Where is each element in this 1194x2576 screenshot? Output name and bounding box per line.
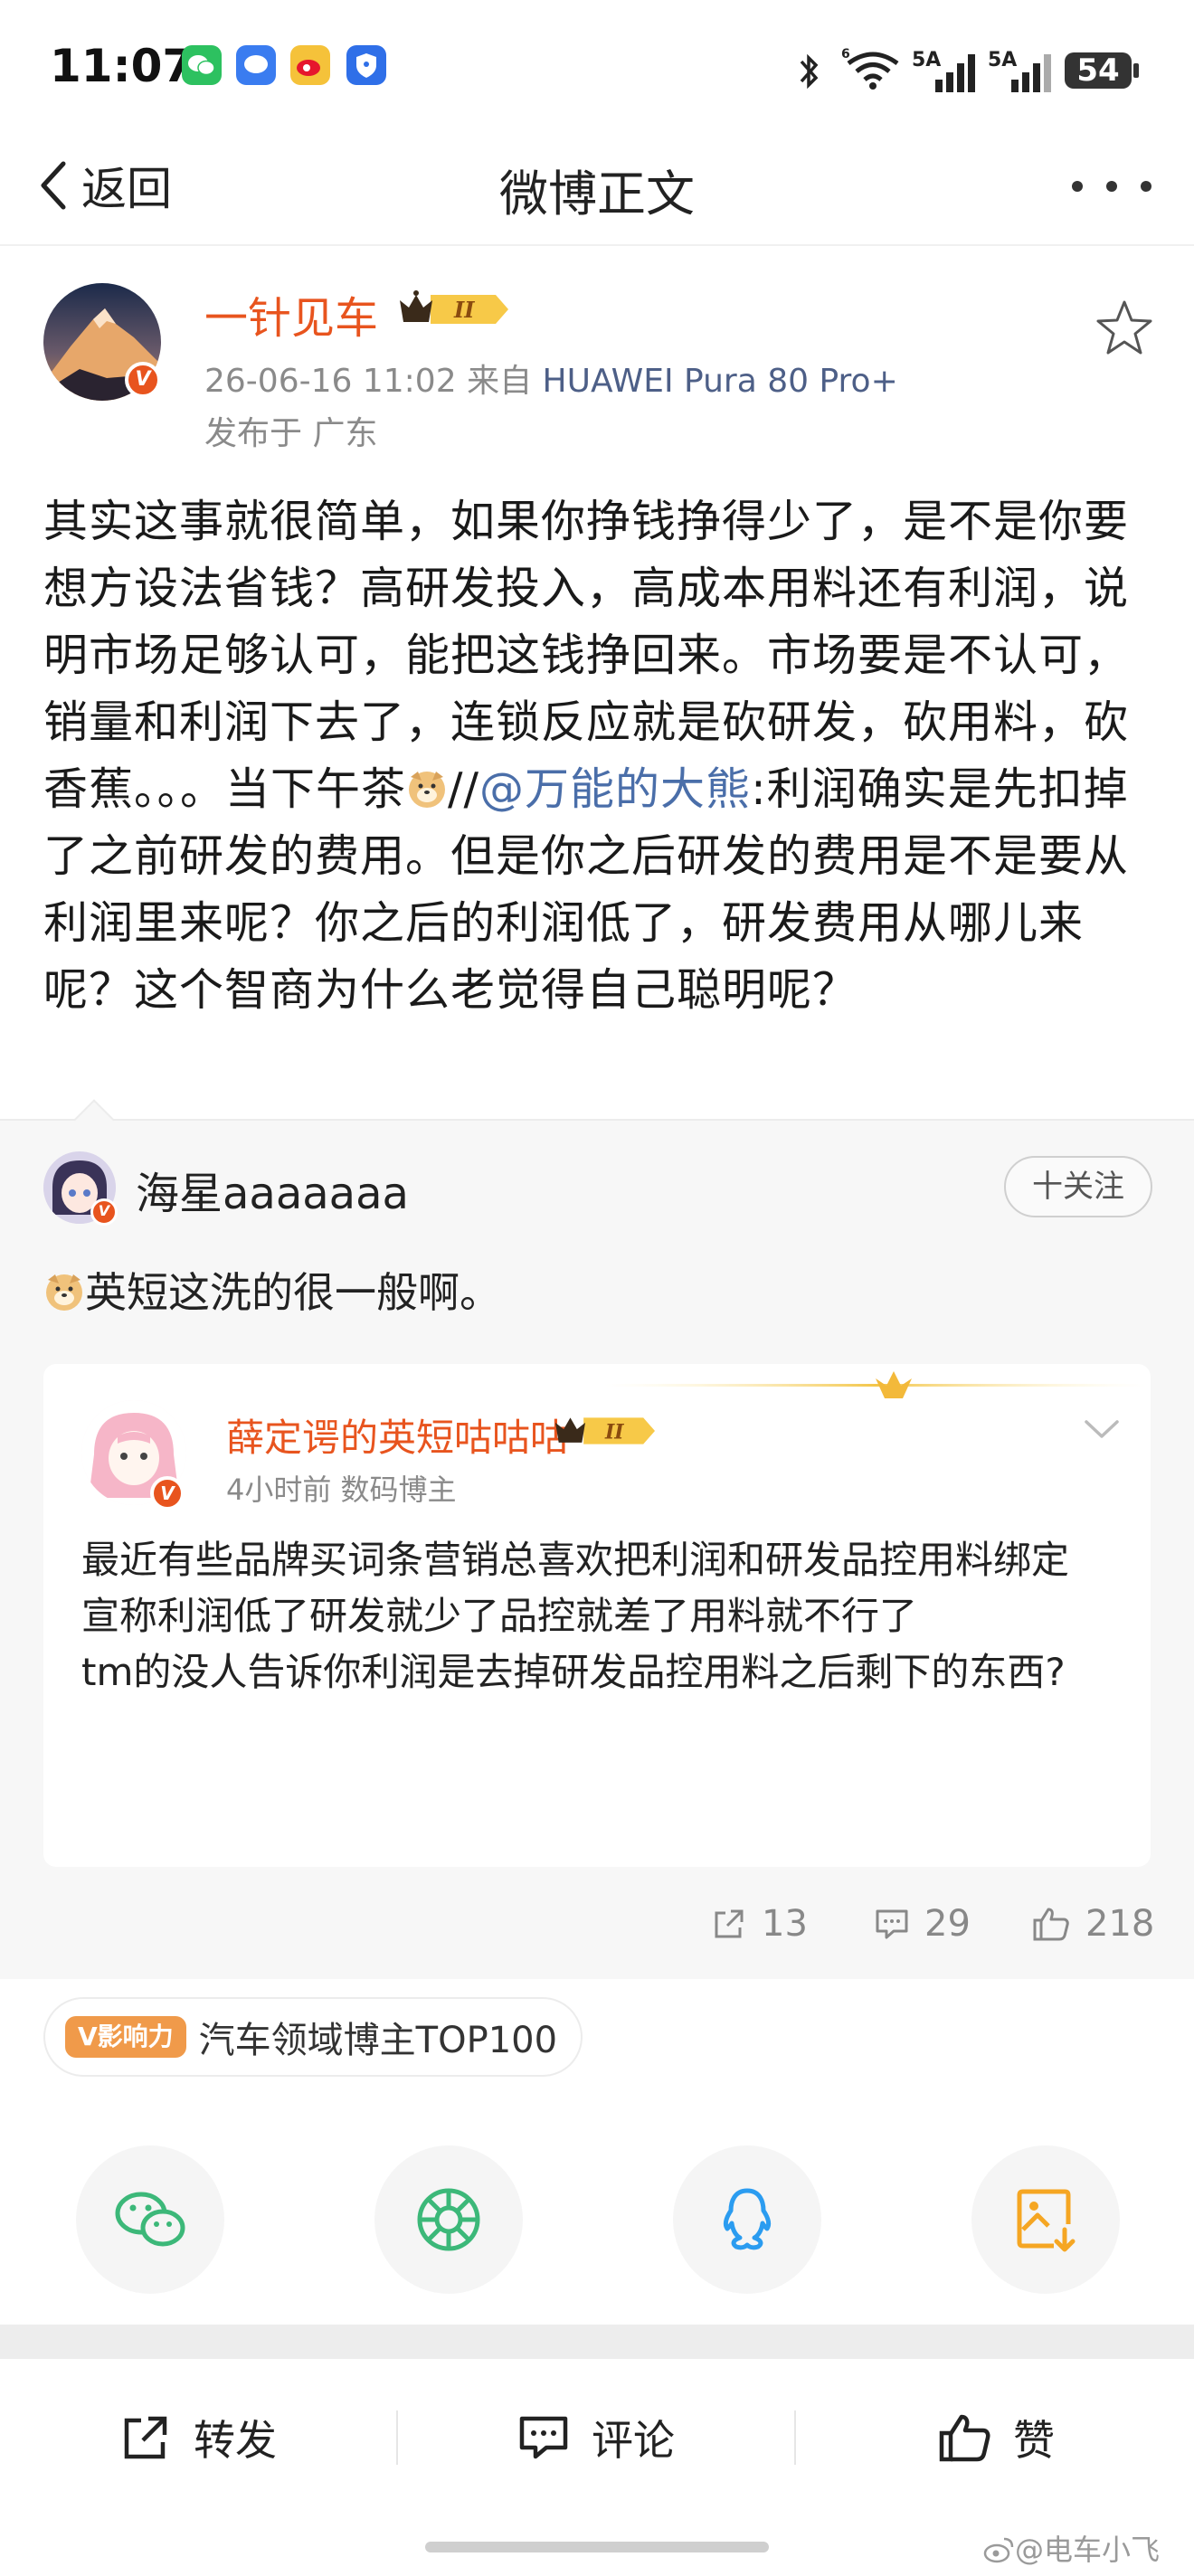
toolbar-separator [396, 2410, 398, 2465]
card-author-tag: 数码博主 [340, 1473, 457, 1507]
signal-label-2: 5A [988, 49, 1018, 71]
home-indicator[interactable] [425, 2542, 769, 2552]
commenter-name[interactable]: 海星aaaaaaa [136, 1158, 409, 1221]
share-wechat-button[interactable] [76, 2145, 224, 2294]
repost-icon [124, 2416, 167, 2459]
card-author-name[interactable]: 薛定谔的英短咕咕咕 [226, 1407, 568, 1463]
card-meta: 4小时前 数码博主 [226, 1467, 457, 1509]
signal-icon-1: 5A [912, 49, 975, 92]
post-body: 其实这事就很简单，如果你挣钱挣得少了，是不是你要想方设法省钱？高研发投入，高成本… [43, 488, 1156, 1024]
battery-tip [1133, 63, 1139, 78]
repost-count[interactable]: 13 [711, 1897, 808, 1951]
follow-button[interactable]: 十关注 [1004, 1156, 1152, 1217]
doge-emoji-icon [409, 772, 446, 808]
nav-bar: 返回 微博正文 [0, 136, 1194, 244]
more-options-button[interactable] [1072, 163, 1153, 208]
post-source-prefix: 来自 [467, 363, 533, 400]
bluetooth-icon [800, 53, 819, 90]
author-name[interactable]: 一针见车 [204, 282, 378, 346]
post-device[interactable]: HUAWEI Pura 80 Pro+ [543, 363, 898, 400]
share-qq-button[interactable] [673, 2145, 821, 2294]
card-line: tm的没人告诉你利润是去掉研发品控用料之后剩下的东西? [81, 1650, 1066, 1694]
svg-text:6: 6 [841, 47, 850, 62]
card-line: 宣称利润低了研发就少了品控就差了用料就不行了 [81, 1594, 918, 1638]
svg-text:II: II [604, 1420, 624, 1444]
verified-badge-icon: V [150, 1476, 185, 1511]
post-meta: 26-06-16 11:02 来自 HUAWEI Pura 80 Pro+ [204, 355, 898, 402]
favorite-button[interactable] [1093, 297, 1156, 360]
comment-icon [876, 1909, 908, 1939]
influence-badge[interactable]: V影响力 汽车领域博主TOP100 [43, 1997, 583, 2077]
share-icon [715, 1909, 744, 1938]
status-bar: 11:07 6 5A 5A 54 [0, 0, 1194, 136]
card-line: 最近有些品牌买词条营销总喜欢把利润和研发品控用料绑定 [81, 1538, 1070, 1582]
signal-label-1: 5A [912, 49, 942, 71]
wifi-icon: 6 [841, 47, 899, 90]
thumbs-up-icon [939, 2414, 990, 2462]
bottom-toolbar: 转发 评论 赞 [0, 2361, 1194, 2514]
weibo-logo-icon [983, 2537, 1014, 2563]
battery-indicator: 54 [1065, 52, 1132, 89]
repost-separator: // [448, 763, 480, 815]
qq-icon [723, 2188, 772, 2250]
card-time: 4小时前 [226, 1473, 332, 1507]
status-time: 11:07 [50, 40, 194, 92]
toolbar-separator [794, 2410, 796, 2465]
page-title: 微博正文 [499, 166, 695, 223]
doge-emoji-icon [46, 1274, 82, 1311]
post-location: 发布于 广东 [204, 415, 378, 452]
star-icon [1096, 300, 1152, 355]
security-notification-icon [346, 45, 386, 85]
influence-text: 汽车领域博主TOP100 [198, 2020, 558, 2061]
like-button[interactable]: 赞 [937, 2406, 1055, 2469]
share-moments-button[interactable] [374, 2145, 523, 2294]
comment-button[interactable]: 评论 [517, 2406, 675, 2469]
card-crown-decoration [604, 1371, 1147, 1398]
influence-tag: V影响力 [65, 2016, 186, 2058]
save-image-icon [1017, 2189, 1076, 2252]
repost-label: 转发 [194, 2416, 277, 2465]
repost-count-value: 13 [762, 1903, 808, 1945]
wechat-notification-icon [182, 45, 222, 85]
section-divider [0, 2325, 1194, 2359]
watermark: @电车小飞 [982, 2527, 1160, 2569]
card-vip-level-badge: II [555, 1417, 655, 1444]
like-count[interactable]: 218 [1031, 1897, 1154, 1951]
weibo-notification-icon [290, 45, 330, 85]
thumbs-up-icon [1033, 1908, 1069, 1941]
wechat-icon [115, 2192, 185, 2247]
repost-button[interactable]: 转发 [119, 2406, 277, 2469]
mention-link[interactable]: @万能的大熊 [479, 763, 751, 815]
nav-divider [0, 244, 1194, 246]
more-dot-icon [1141, 181, 1151, 192]
vip-level-badge: II [400, 290, 508, 324]
like-label: 赞 [1013, 2416, 1055, 2465]
signal-icon-2: 5A [988, 49, 1051, 92]
original-post-card[interactable]: V 薛定谔的英短咕咕咕 II 4小时前 数码博主 最近有些品牌买词条营销总喜欢把… [43, 1364, 1151, 1867]
more-dot-icon [1106, 181, 1117, 192]
comment-label: 评论 [592, 2416, 675, 2465]
verified-badge-icon: V [90, 1198, 118, 1226]
card-body: 最近有些品牌买词条营销总喜欢把利润和研发品控用料绑定 宣称利润低了研发就少了品控… [81, 1532, 1122, 1700]
commenter-comment: 英短这洗的很一般啊。 [43, 1260, 501, 1320]
verified-badge-icon: V [125, 362, 161, 398]
repost-divider [0, 1119, 1194, 1121]
comment-count[interactable]: 29 [874, 1897, 971, 1951]
moments-icon [417, 2188, 480, 2251]
svg-text:II: II [453, 297, 475, 323]
like-count-value: 218 [1085, 1903, 1155, 1945]
watermark-text: @电车小飞 [1015, 2533, 1161, 2567]
comment-icon [519, 2416, 568, 2459]
post-time: 26-06-16 11:02 [204, 363, 457, 400]
messages-notification-icon [236, 45, 276, 85]
comment-count-value: 29 [924, 1903, 971, 1945]
comment-text: 英短这洗的很一般啊。 [85, 1268, 501, 1317]
chevron-down-icon[interactable] [1079, 1411, 1124, 1447]
more-dot-icon [1072, 181, 1083, 192]
save-image-button[interactable] [971, 2145, 1120, 2294]
